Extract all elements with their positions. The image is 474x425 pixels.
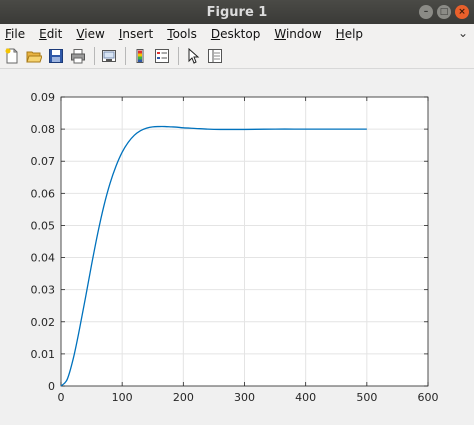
select-pointer-icon[interactable] xyxy=(183,46,203,66)
menu-insert[interactable]: Insert xyxy=(114,27,157,41)
link-plot-icon[interactable] xyxy=(99,46,119,66)
toolbar-separator xyxy=(94,47,95,65)
menubar: File Edit View Insert Tools Desktop Wind… xyxy=(0,24,474,44)
y-tick-label: 0.03 xyxy=(31,284,56,297)
open-file-icon[interactable] xyxy=(24,46,44,66)
x-tick-label: 100 xyxy=(112,391,133,404)
window-titlebar[interactable]: Figure 1 – □ × xyxy=(0,0,474,24)
x-tick-label: 300 xyxy=(234,391,255,404)
toolbar xyxy=(0,44,474,69)
x-tick-label: 600 xyxy=(418,391,439,404)
y-tick-label: 0.07 xyxy=(31,155,56,168)
menu-window[interactable]: Window xyxy=(269,27,325,41)
toolbar-separator xyxy=(125,47,126,65)
colorbar-icon[interactable] xyxy=(130,46,150,66)
menu-tools[interactable]: Tools xyxy=(162,27,201,41)
menu-edit[interactable]: Edit xyxy=(34,27,66,41)
minimize-button[interactable]: – xyxy=(419,5,433,19)
y-tick-label: 0.09 xyxy=(31,91,56,104)
legend-icon[interactable] xyxy=(152,46,172,66)
property-editor-icon[interactable] xyxy=(205,46,225,66)
menu-file[interactable]: File xyxy=(0,27,29,41)
y-tick-label: 0.01 xyxy=(31,348,56,361)
y-tick-label: 0.02 xyxy=(31,316,56,329)
y-tick-label: 0.06 xyxy=(31,187,56,200)
menu-help[interactable]: Help xyxy=(331,27,367,41)
maximize-button[interactable]: □ xyxy=(437,5,451,19)
toolbar-separator xyxy=(178,47,179,65)
x-tick-label: 200 xyxy=(173,391,194,404)
print-icon[interactable] xyxy=(68,46,88,66)
y-tick-label: 0.04 xyxy=(31,252,56,265)
x-tick-label: 400 xyxy=(295,391,316,404)
save-icon[interactable] xyxy=(46,46,66,66)
y-tick-label: 0.08 xyxy=(31,123,56,136)
window-title: Figure 1 xyxy=(206,4,268,20)
x-tick-label: 500 xyxy=(356,391,377,404)
menu-view[interactable]: View xyxy=(71,27,108,41)
x-tick-label: 0 xyxy=(58,391,65,404)
close-button[interactable]: × xyxy=(455,5,469,19)
y-tick-label: 0 xyxy=(48,380,55,393)
line-chart: 0 100 200 300 400 500 600 0 0.01 0.02 0.03 0.04 0.05… xyxy=(31,91,439,404)
new-figure-icon[interactable] xyxy=(2,46,22,66)
menu-desktop[interactable]: Desktop xyxy=(206,27,265,41)
y-tick-label: 0.05 xyxy=(31,219,56,232)
figure-canvas[interactable]: 0 100 200 300 400 500 600 0 0.01 0.02 0.03 0.04 0.05… xyxy=(0,70,474,425)
chevron-down-icon[interactable]: ⌄ xyxy=(458,26,468,40)
